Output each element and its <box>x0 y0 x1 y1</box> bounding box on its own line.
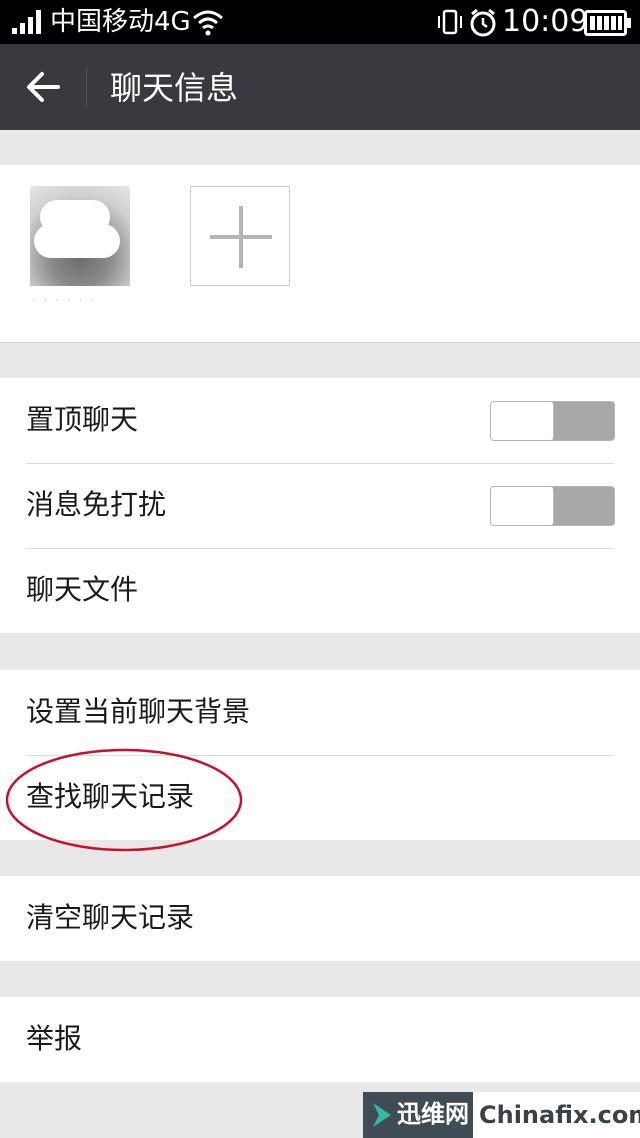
clear-history-label: 清空聊天记录 <box>26 901 195 934</box>
battery-icon <box>584 10 631 36</box>
clear-history-row[interactable]: 清空聊天记录 <box>0 876 640 961</box>
wifi-icon <box>193 10 223 36</box>
chat-files-row[interactable]: 聊天文件 <box>0 548 640 633</box>
members-panel: · · · · · · <box>0 165 640 343</box>
watermark: 迅维网 Chinafix.com <box>363 1092 640 1138</box>
title-divider <box>86 67 87 107</box>
search-history-label: 查找聊天记录 <box>26 780 195 813</box>
member-avatar[interactable] <box>30 186 130 286</box>
pin-chat-toggle[interactable] <box>490 401 615 441</box>
settings-group-history: 设置当前聊天背景 查找聊天记录 <box>0 670 640 840</box>
alarm-icon <box>470 8 496 37</box>
search-history-row[interactable]: 查找聊天记录 <box>0 755 640 840</box>
vibrate-icon <box>438 9 462 35</box>
signal-icon <box>12 10 41 34</box>
do-not-disturb-row[interactable]: 消息免打扰 <box>0 463 640 548</box>
page-title: 聊天信息 <box>110 69 239 107</box>
back-arrow-icon[interactable] <box>26 70 60 104</box>
clock: 10:09 <box>502 4 589 39</box>
member-name-blurred: · · · · · · <box>32 293 96 307</box>
set-background-row[interactable]: 设置当前聊天背景 <box>0 670 640 755</box>
settings-group-chat: 置顶聊天 消息免打扰 聊天文件 <box>0 378 640 633</box>
pin-chat-row[interactable]: 置顶聊天 <box>0 378 640 463</box>
title-bar: 聊天信息 <box>0 44 640 130</box>
add-member-button[interactable] <box>190 186 290 286</box>
do-not-disturb-toggle[interactable] <box>490 486 615 526</box>
report-row[interactable]: 举报 <box>0 997 640 1082</box>
set-background-label: 设置当前聊天背景 <box>26 695 251 728</box>
status-bar: 中国移动4G 10:09 <box>0 0 640 44</box>
watermark-en: Chinafix.com <box>479 1101 640 1129</box>
chevron-right-icon <box>373 1103 391 1127</box>
do-not-disturb-label: 消息免打扰 <box>26 488 167 521</box>
watermark-logo: 迅维网 <box>363 1092 473 1138</box>
report-label: 举报 <box>26 1022 83 1055</box>
carrier-label: 中国移动4G <box>50 7 191 37</box>
settings-group-report: 举报 <box>0 997 640 1082</box>
settings-group-clear: 清空聊天记录 <box>0 876 640 961</box>
watermark-cn: 迅维网 <box>397 1100 469 1128</box>
pin-chat-label: 置顶聊天 <box>26 403 139 436</box>
chat-files-label: 聊天文件 <box>26 573 139 606</box>
